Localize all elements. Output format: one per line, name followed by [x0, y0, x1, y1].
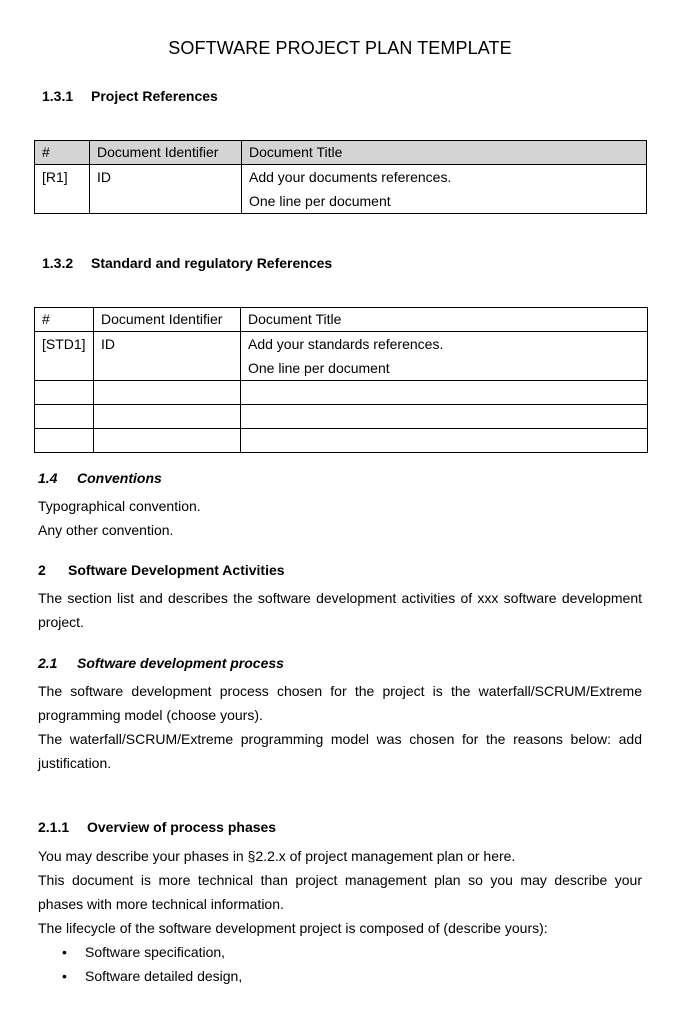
section-2-1-1-paragraph-1: You may describe your phases in §2.2.x o… [38, 848, 516, 864]
section-2-1-1-heading: 2.1.1 Overview of process phases [38, 819, 276, 835]
table-row: [R1] ID Add your documents references. O… [34, 164, 647, 214]
empty-table-row [34, 428, 648, 453]
cell-title: Add your standards references. One line … [240, 331, 648, 381]
project-references-table: # Document Identifier Document Title [R1… [34, 140, 647, 214]
table-header-row: # Document Identifier Document Title [34, 140, 647, 165]
section-2-1-heading: 2.1 Software development process [38, 655, 284, 671]
cell-number: [STD1] [34, 331, 94, 381]
empty-cell [240, 404, 648, 429]
bullet-icon: • [62, 944, 67, 960]
header-cell-title: Document Title [240, 307, 648, 332]
section-2-heading: 2 Software Development Activities [38, 562, 285, 578]
empty-cell [93, 428, 241, 453]
table-row: [STD1] ID Add your standards references.… [34, 331, 648, 381]
cell-identifier: ID [93, 331, 241, 381]
section-title: Overview of process phases [87, 819, 277, 835]
section-number: 1.3.2 [42, 255, 74, 271]
convention-line: Typographical convention. [38, 498, 201, 514]
section-2-1-paragraph-2: The waterfall/SCRUM/Extreme programming … [38, 731, 642, 771]
header-cell-title: Document Title [241, 140, 647, 165]
section-number: 2 [38, 562, 46, 578]
section-2-1-paragraph-1: The software development process chosen … [38, 683, 642, 723]
empty-cell [240, 380, 648, 405]
section-number: 1.3.1 [42, 88, 74, 104]
cell-title-line: One line per document [249, 193, 391, 209]
cell-title: Add your documents references. One line … [241, 164, 647, 214]
list-item: • Software specification, [0, 940, 680, 964]
section-2-1-1-paragraph-2: This document is more technical than pro… [38, 872, 642, 912]
section-2-1-1-paragraph-3: The lifecycle of the software developmen… [38, 920, 548, 936]
cell-number: [R1] [34, 164, 90, 214]
section-2-paragraph: The section list and describes the softw… [38, 590, 642, 630]
list-item: • Software detailed design, [0, 964, 680, 988]
conventions-text: Typographical convention. Any other conv… [38, 494, 201, 542]
cell-title-line: One line per document [248, 360, 390, 376]
section-number: 2.1.1 [38, 819, 70, 835]
header-cell-identifier: Document Identifier [89, 140, 242, 165]
empty-table-row [34, 404, 648, 429]
header-cell-number: # [34, 307, 94, 332]
section-1-4-heading: 1.4 Conventions [38, 470, 162, 486]
header-cell-identifier: Document Identifier [93, 307, 241, 332]
cell-identifier: ID [89, 164, 242, 214]
document-title: SOFTWARE PROJECT PLAN TEMPLATE [168, 38, 512, 58]
empty-cell [34, 404, 94, 429]
section-number: 1.4 [38, 470, 58, 486]
empty-cell [34, 428, 94, 453]
cell-title-line: Add your documents references. [249, 169, 452, 185]
section-title: Software development process [77, 655, 284, 671]
table-header-row: # Document Identifier Document Title [34, 307, 648, 332]
list-item-text: Software specification, [85, 944, 226, 960]
bullet-icon: • [62, 968, 67, 984]
empty-table-row [34, 380, 648, 405]
header-cell-number: # [34, 140, 90, 165]
section-title: Conventions [77, 470, 162, 486]
cell-title-line: Add your standards references. [248, 336, 444, 352]
section-1-3-2-heading: 1.3.2 Standard and regulatory References [42, 255, 332, 271]
standard-references-table: # Document Identifier Document Title [ST… [34, 307, 648, 453]
list-item-text: Software detailed design, [85, 968, 243, 984]
section-number: 2.1 [38, 655, 58, 671]
empty-cell [93, 404, 241, 429]
convention-line: Any other convention. [38, 522, 174, 538]
empty-cell [34, 380, 94, 405]
section-1-3-1-heading: 1.3.1 Project References [42, 88, 218, 104]
section-title: Software Development Activities [68, 562, 285, 578]
empty-cell [240, 428, 648, 453]
empty-cell [93, 380, 241, 405]
section-title: Standard and regulatory References [91, 255, 333, 271]
section-title: Project References [91, 88, 218, 104]
